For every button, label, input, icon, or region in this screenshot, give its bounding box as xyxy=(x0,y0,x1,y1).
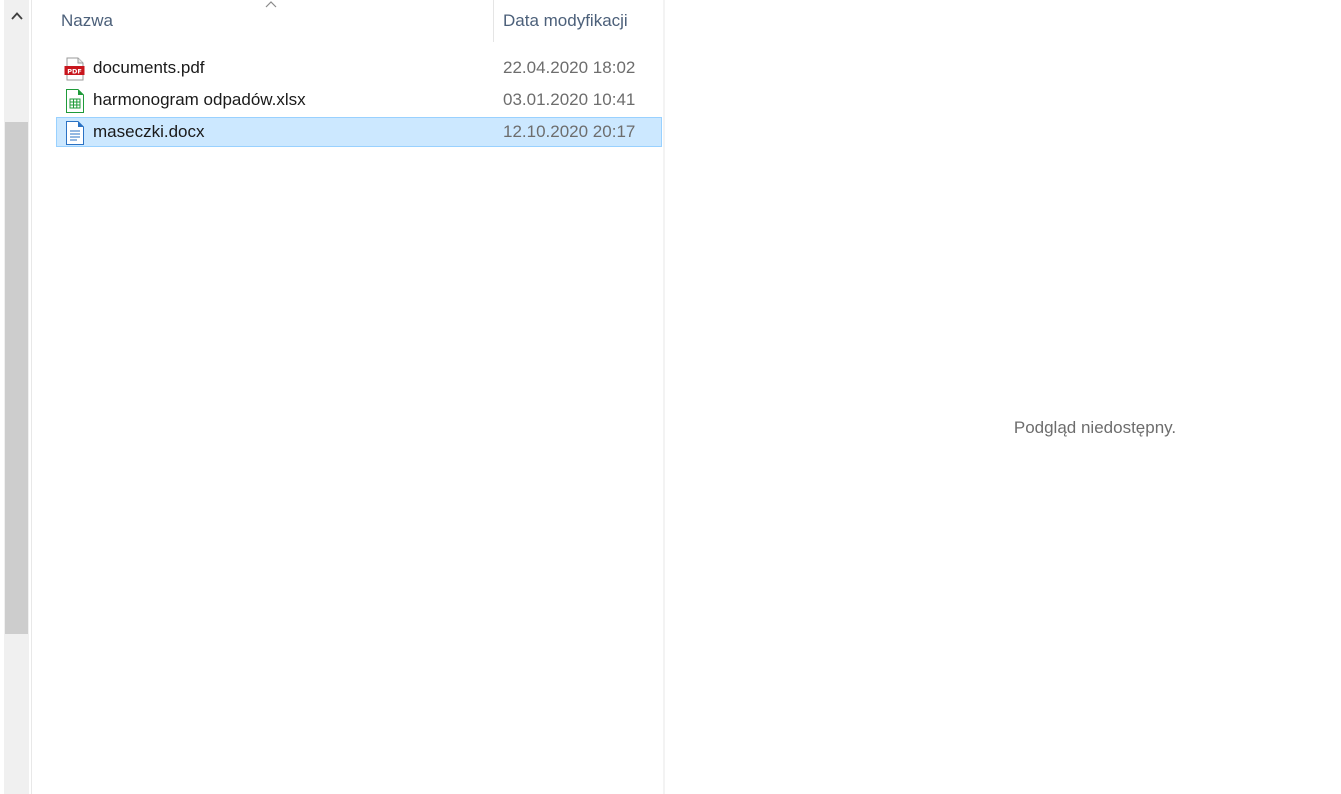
file-name: documents.pdf xyxy=(93,58,205,77)
scroll-up-button[interactable] xyxy=(4,2,29,30)
chevron-up-icon xyxy=(10,12,23,20)
scroll-thumb[interactable] xyxy=(5,122,28,634)
spreadsheet-file-icon xyxy=(66,89,84,113)
column-header-date-label: Data modyfikacji xyxy=(503,11,628,30)
column-header-name[interactable]: Nazwa xyxy=(61,0,491,42)
column-header-date-modified[interactable]: Data modyfikacji xyxy=(503,0,663,42)
file-row-documents-pdf[interactable]: PDF documents.pdf 22.04.2020 18:02 xyxy=(56,53,662,83)
file-date-modified: 03.01.2020 10:41 xyxy=(503,90,636,109)
file-date-modified: 22.04.2020 18:02 xyxy=(503,58,636,77)
column-header-separator[interactable] xyxy=(493,0,494,42)
file-row-harmonogram-xlsx[interactable]: harmonogram odpadów.xlsx 03.01.2020 10:4… xyxy=(56,85,662,115)
file-row-maseczki-docx[interactable]: maseczki.docx 12.10.2020 20:17 xyxy=(56,117,662,147)
nav-pane-scrollbar[interactable] xyxy=(4,0,29,794)
pdf-file-icon: PDF xyxy=(64,57,85,81)
file-name: harmonogram odpadów.xlsx xyxy=(93,90,306,109)
preview-pane: Podgląd niedostępny. xyxy=(665,0,1341,794)
preview-unavailable-message: Podgląd niedostępny. xyxy=(1013,418,1177,437)
file-explorer-window: Nazwa Data modyfikacji PDF documents.pdf… xyxy=(0,0,1341,794)
file-date-modified: 12.10.2020 20:17 xyxy=(503,122,636,141)
svg-text:PDF: PDF xyxy=(67,67,82,75)
document-file-icon xyxy=(66,121,84,145)
file-name: maseczki.docx xyxy=(93,122,205,141)
file-list: Nazwa Data modyfikacji PDF documents.pdf… xyxy=(32,0,663,794)
column-header-name-label: Nazwa xyxy=(61,11,113,30)
